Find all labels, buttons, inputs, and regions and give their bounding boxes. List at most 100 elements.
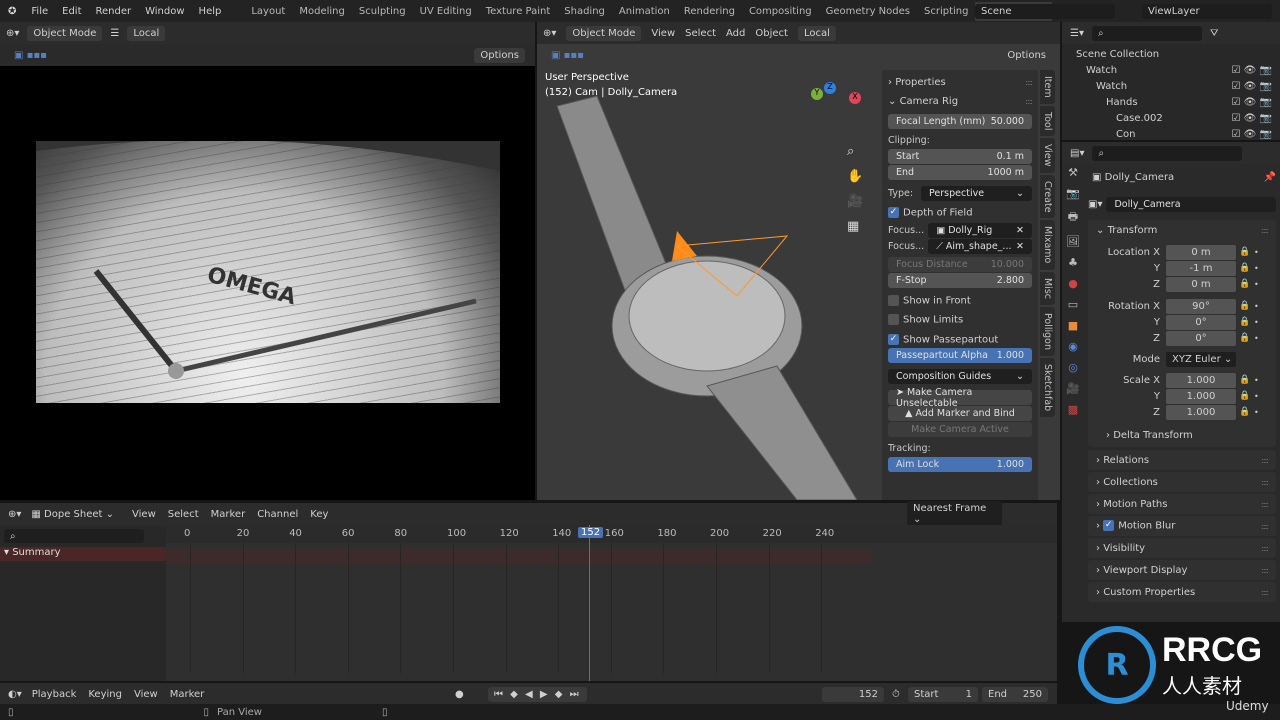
options-dropdown[interactable]: Options [1001,47,1052,63]
lock-icon[interactable]: 🔒 [1236,301,1254,311]
modifier-tab-icon[interactable]: ◉ [1068,340,1078,353]
workspace-tab[interactable]: Animation [612,6,677,17]
fstop-field[interactable]: F-Stop 2.800 [888,272,1032,288]
current-frame-field[interactable]: 152 [822,686,884,702]
workspace-tab[interactable]: Compositing [742,6,819,17]
lock-icon[interactable]: 🔒 [1236,391,1254,401]
workspace-tab[interactable]: Sculpting [352,6,413,17]
pin-icon[interactable]: 📌 [1264,172,1276,183]
panel-motion-blur[interactable]: › ✓ Motion Blur:::: [1088,516,1276,536]
camera-view-icon[interactable]: 🎥 [847,194,863,209]
physics-tab-icon[interactable]: ◎ [1068,361,1078,374]
aim-lock-slider[interactable]: Aim Lock 1.000 [888,457,1032,472]
current-frame-indicator[interactable]: 152 [578,527,604,538]
outliner-item[interactable]: Hands ☑ 👁 📷 [1062,94,1280,110]
keyframe-dot-icon[interactable]: • [1254,280,1259,289]
keyframe-dot-icon[interactable]: • [1254,264,1259,273]
menu-help[interactable]: Help [192,6,229,17]
keyframe-dot-icon[interactable]: • [1254,408,1259,417]
timeline-menu-marker[interactable]: Marker [170,689,205,700]
outliner-item[interactable]: Case.002 ☑ 👁 📷 [1062,110,1280,126]
object-type-icon[interactable]: ▣▾ [1088,199,1102,210]
world-tab-icon[interactable]: ● [1068,277,1078,290]
workspace-tab[interactable]: Geometry Nodes [819,6,917,17]
transform-orientation-dropdown[interactable]: Local [797,25,836,41]
workspace-tab[interactable]: Texture Paint [479,6,558,17]
tool-tab-icon[interactable]: ⚒ [1068,166,1078,179]
add-menu[interactable]: Add [726,28,745,39]
properties-type-icon[interactable]: ▤▾ [1070,148,1084,159]
lock-icon[interactable]: 🔒 [1236,317,1254,327]
visibility-icons[interactable]: ☑ 👁 📷 [1232,81,1272,92]
keyframe-dot-icon[interactable]: • [1254,248,1259,257]
workspace-tab[interactable]: Layout [244,6,292,17]
panel-motion-paths[interactable]: › Motion Paths:::: [1088,494,1276,514]
object-name-field[interactable]: Dolly_Camera [1106,196,1276,212]
select-mode-icons[interactable]: ▣ ▪▪▪ [14,50,47,61]
sidebar-tab-sketchfab[interactable]: Sketchfab [1040,357,1055,417]
keyframe-dot-icon[interactable]: • [1254,302,1259,311]
transform-panel-header[interactable]: ⌄ Transform:::: [1088,220,1276,240]
options-dropdown[interactable]: Options [474,47,525,63]
editor-type-icon[interactable]: ⊕▾ [6,28,19,39]
menu-render[interactable]: Render [89,6,139,17]
collection-tab-icon[interactable]: ▭ [1068,298,1078,311]
workspace-tab[interactable]: Scripting [917,6,975,17]
sidebar-tab-tool[interactable]: Tool [1040,105,1055,137]
focal-length-field[interactable]: Focal Length (mm) 50.000 [888,114,1032,129]
dope-sheet-mode-dropdown[interactable]: ▦ Dope Sheet ⌄ [31,509,114,520]
pan-hand-icon[interactable]: ✋ [847,169,863,184]
snap-dropdown[interactable]: Nearest Frame ⌄ [907,501,1002,527]
timeline-menu-view[interactable]: View [134,689,158,700]
sidebar-tab-misc[interactable]: Misc [1040,271,1055,305]
render-tab-icon[interactable]: 📷 [1066,187,1080,200]
menu-file[interactable]: File [24,6,55,17]
playback-controls[interactable]: ⏮ ◆ ◀ ▶ ◆ ⏭ [488,686,587,702]
rot-field[interactable]: 90° [1166,298,1236,314]
rot-field[interactable]: 0° [1166,330,1236,346]
editor-type-icon[interactable]: ⊕▾ [8,509,21,520]
scene-selector[interactable]: Scene [975,3,1115,19]
keyframe-dot-icon[interactable]: • [1254,334,1259,343]
rot-field[interactable]: 0° [1166,314,1236,330]
zoom-icon[interactable]: ⌕ [847,144,863,159]
mode-dropdown[interactable]: Object Mode [27,25,103,41]
timeline-menu-keying[interactable]: Keying [88,689,122,700]
lock-icon[interactable]: 🔒 [1236,375,1254,385]
add-marker-bind-button[interactable]: ▲ Add Marker and Bind [888,406,1032,421]
outliner-item[interactable]: Con ☑ 👁 📷 [1062,126,1280,142]
show-limits-checkbox[interactable]: Show Limits [888,314,1032,326]
clip-end-field[interactable]: End 1000 m [888,165,1032,180]
visibility-icons[interactable]: ☑ 👁 📷 [1232,65,1272,76]
dopesheet-menu-select[interactable]: Select [168,509,199,520]
loc-field[interactable]: 0 m [1166,276,1236,292]
sidebar-tab-item[interactable]: Item [1040,70,1055,104]
grid-ortho-icon[interactable]: ▦ [847,219,863,234]
keyframe-dot-icon[interactable]: • [1254,376,1259,385]
lock-icon[interactable]: 🔒 [1236,407,1254,417]
focus-bone-field[interactable]: ⟋ Aim_shape_... ✕ [928,238,1032,254]
select-mode-icons[interactable]: ▣ ▪▪▪ [551,50,584,61]
dof-checkbox[interactable]: ✓ Depth of Field [888,207,1032,219]
panel-collections[interactable]: › Collections:::: [1088,472,1276,492]
dopesheet-menu-view[interactable]: View [132,509,156,520]
scale-field[interactable]: 1.000 [1166,404,1236,420]
channel-search[interactable]: ⌕ [4,529,144,543]
visibility-icons[interactable]: ☑ 👁 📷 [1232,129,1272,140]
focus-object-field[interactable]: ▣ Dolly_Rig ✕ [928,222,1032,238]
object-menu[interactable]: Object [755,28,788,39]
visibility-icons[interactable]: ☑ 👁 📷 [1232,97,1272,108]
properties-panel-header[interactable]: › Properties:::: [888,74,1033,90]
keyframe-dot-icon[interactable]: • [1254,318,1259,327]
stopwatch-icon[interactable]: ⏱ [892,689,900,700]
lock-icon[interactable]: 🔒 [1236,247,1254,257]
sidebar-tab-polligon[interactable]: Polligon [1040,306,1055,356]
object-tab-icon[interactable]: ■ [1068,319,1078,332]
sidebar-tab-view[interactable]: View [1040,138,1055,173]
editor-type-icon[interactable]: ◐▾ [8,689,22,700]
camera-type-dropdown[interactable]: Perspective ⌄ [921,186,1032,201]
outliner-item[interactable]: Scene Collection [1062,46,1280,62]
view-menu[interactable]: View [651,28,675,39]
lock-icon[interactable]: 🔒 [1236,333,1254,343]
clip-start-field[interactable]: Start 0.1 m [888,149,1032,164]
